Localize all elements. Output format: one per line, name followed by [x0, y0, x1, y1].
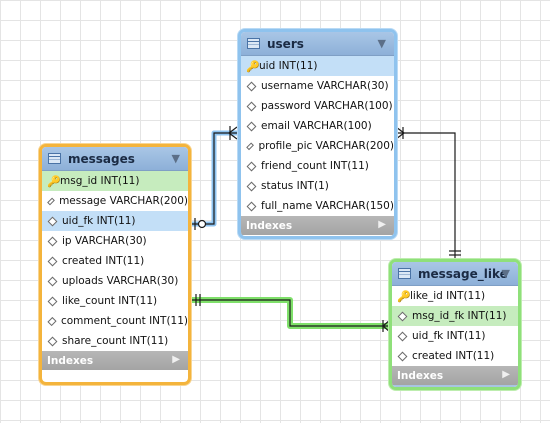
column-label: message VARCHAR(200) [59, 195, 188, 207]
column-row[interactable]: email VARCHAR(100) [241, 116, 394, 136]
column-row[interactable]: full_name VARCHAR(150) [241, 196, 394, 216]
column-label: created INT(11) [412, 350, 495, 362]
column-label: msg_id_fk INT(11) [412, 310, 507, 322]
key-icon: 🔑 [246, 59, 260, 73]
diamond-icon [47, 216, 58, 226]
diamond-icon [397, 311, 408, 321]
table-users[interactable]: users ▼ 🔑 uid INT(11) username VARCHAR(30… [238, 29, 397, 239]
column-row[interactable]: friend_count INT(11) [241, 156, 394, 176]
table-header-message-like[interactable]: message_like ▼ [392, 262, 518, 286]
table-icon [398, 268, 411, 279]
collapse-arrow-icon[interactable]: ▼ [502, 267, 510, 280]
column-row[interactable]: uid_fk INT(11) [42, 211, 188, 231]
column-row[interactable]: 🔑 uid INT(11) [241, 56, 394, 76]
key-icon: 🔑 [47, 174, 61, 188]
diamond-icon [47, 236, 58, 246]
collapse-arrow-icon[interactable]: ▼ [172, 152, 180, 165]
column-label: full_name VARCHAR(150) [261, 200, 394, 212]
column-label: uid_fk INT(11) [62, 215, 136, 227]
diamond-icon [47, 316, 57, 326]
table-header-users[interactable]: users ▼ [241, 32, 394, 56]
column-label: ip VARCHAR(30) [62, 235, 147, 247]
column-label: username VARCHAR(30) [261, 80, 389, 92]
column-row[interactable]: uploads VARCHAR(30) [42, 271, 188, 291]
column-label: created INT(11) [62, 255, 145, 267]
table-icon [48, 153, 61, 164]
indexes-label: Indexes [47, 354, 94, 367]
expand-arrow-icon[interactable]: ▶ [502, 369, 510, 380]
diamond-icon [246, 201, 257, 211]
column-row[interactable]: comment_count INT(11) [42, 311, 188, 331]
column-row[interactable]: message VARCHAR(200) [42, 191, 188, 211]
column-row[interactable]: share_count INT(11) [42, 331, 188, 351]
diamond-icon [246, 121, 257, 131]
table-title: users [267, 36, 304, 51]
column-row[interactable]: like_count INT(11) [42, 291, 188, 311]
column-row[interactable]: msg_id_fk INT(11) [392, 306, 518, 326]
diamond-icon [397, 331, 408, 341]
table-messages[interactable]: messages ▼ 🔑 msg_id INT(11) message VARCH… [39, 144, 191, 385]
indexes-label: Indexes [397, 369, 444, 382]
column-label: password VARCHAR(100) [261, 100, 393, 112]
relationship-users-message-like [396, 132, 456, 260]
diamond-icon [246, 81, 257, 91]
diamond-icon [246, 141, 255, 151]
indexes-section[interactable]: Indexes ▶ [241, 216, 394, 235]
column-row[interactable]: created INT(11) [42, 251, 188, 271]
diamond-icon [47, 296, 58, 306]
expand-arrow-icon[interactable]: ▶ [172, 354, 180, 365]
key-icon: 🔑 [397, 289, 411, 303]
diamond-icon [246, 181, 257, 191]
column-row[interactable]: uid_fk INT(11) [392, 326, 518, 346]
column-label: uid_fk INT(11) [412, 330, 486, 342]
column-label: msg_id INT(11) [60, 175, 140, 187]
diamond-icon [47, 276, 58, 286]
column-row[interactable]: 🔑 msg_id INT(11) [42, 171, 188, 191]
collapse-arrow-icon[interactable]: ▼ [378, 37, 386, 50]
column-label: status INT(1) [261, 180, 329, 192]
indexes-section[interactable]: Indexes ▶ [42, 351, 188, 370]
column-row[interactable]: created INT(11) [392, 346, 518, 366]
column-label: uploads VARCHAR(30) [62, 275, 179, 287]
column-row[interactable]: profile_pic VARCHAR(200) [241, 136, 394, 156]
table-icon [247, 38, 260, 49]
column-label: like_id INT(11) [410, 290, 486, 302]
column-label: profile_pic VARCHAR(200) [258, 140, 394, 152]
column-label: email VARCHAR(100) [261, 120, 372, 132]
column-label: comment_count INT(11) [60, 315, 188, 327]
diamond-icon [47, 256, 58, 266]
table-title: messages [68, 151, 135, 166]
table-message-like[interactable]: message_like ▼ 🔑 like_id INT(11) msg_id_f… [389, 259, 521, 390]
diamond-icon [397, 351, 408, 361]
table-title: message_like [418, 266, 508, 281]
column-label: uid INT(11) [259, 60, 318, 72]
diamond-icon [246, 101, 257, 111]
table-footer [392, 385, 518, 387]
er-diagram-canvas: users ▼ 🔑 uid INT(11) username VARCHAR(30… [0, 0, 550, 423]
column-label: friend_count INT(11) [261, 160, 369, 172]
column-row[interactable]: status INT(1) [241, 176, 394, 196]
column-row[interactable]: ip VARCHAR(30) [42, 231, 188, 251]
expand-arrow-icon[interactable]: ▶ [378, 219, 386, 230]
column-row[interactable]: 🔑 like_id INT(11) [392, 286, 518, 306]
diamond-icon [47, 197, 55, 205]
column-label: like_count INT(11) [62, 295, 158, 307]
diamond-icon [246, 161, 257, 171]
indexes-section[interactable]: Indexes ▶ [392, 366, 518, 385]
column-row[interactable]: password VARCHAR(100) [241, 96, 394, 116]
diamond-icon [47, 336, 58, 346]
column-row[interactable]: username VARCHAR(30) [241, 76, 394, 96]
indexes-label: Indexes [246, 219, 293, 232]
table-header-messages[interactable]: messages ▼ [42, 147, 188, 171]
column-label: share_count INT(11) [62, 335, 169, 347]
